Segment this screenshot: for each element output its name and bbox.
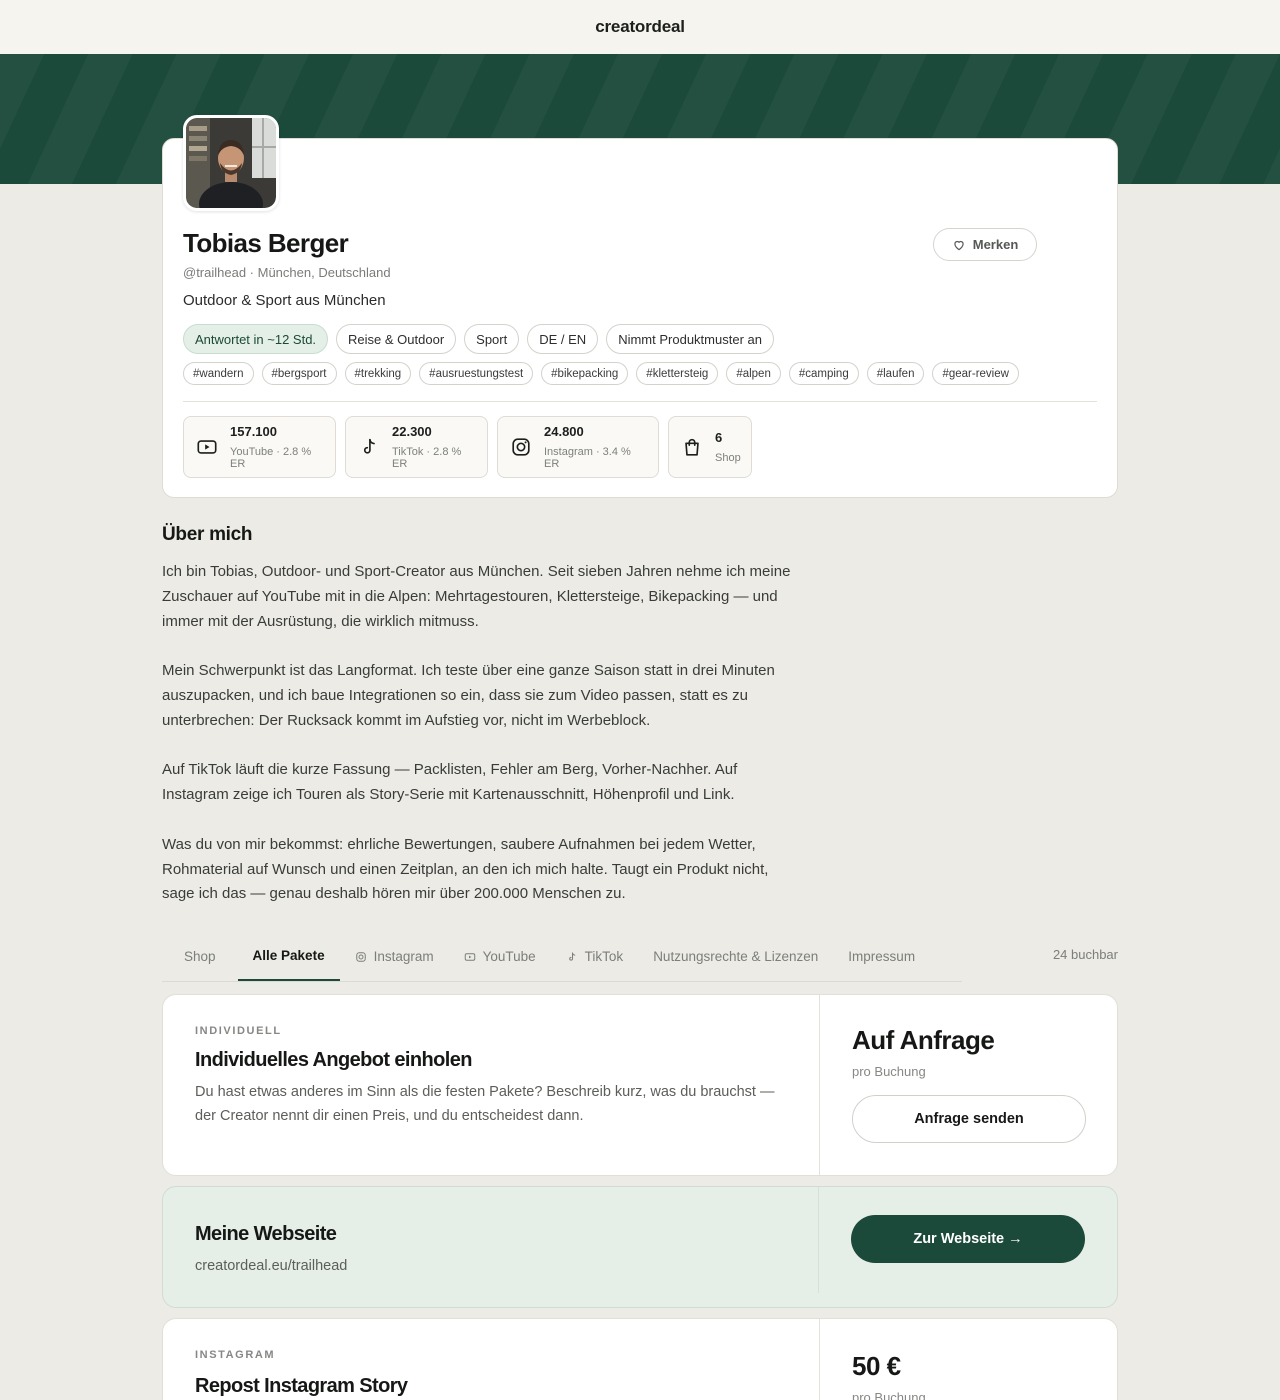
visit-website-button[interactable]: Zur Webseite → [851, 1215, 1085, 1263]
tab-label: Nutzungsrechte & Lizenzen [653, 949, 819, 964]
divider [183, 401, 1097, 402]
stat-value: 24.800 [544, 424, 584, 439]
stat-tiktok[interactable]: 22.300 TikTok · 2.8 % ER [345, 416, 488, 478]
save-button-label: Merken [972, 237, 1019, 252]
package-category: INSTAGRAM [195, 1349, 276, 1361]
package-card-instagram-story: INSTAGRAM Repost Instagram Story 50 € pr… [162, 1318, 1118, 1400]
youtube-icon [197, 440, 217, 454]
send-request-button[interactable]: Anfrage senden [852, 1095, 1086, 1143]
creator-tagline: Outdoor & Sport aus München [183, 292, 386, 309]
top-bar: creatordeal [0, 0, 1280, 54]
instagram-icon [512, 438, 530, 456]
tab-tiktok[interactable]: TikTok [551, 932, 639, 981]
stat-label: Shop [715, 452, 741, 464]
package-tabs: Shop Alle Pakete Instagram YouTube TikTo… [162, 932, 962, 982]
tab-usage-rights[interactable]: Nutzungsrechte & Lizenzen [638, 932, 833, 981]
about-heading: Über mich [162, 524, 253, 545]
package-description: Du hast etwas anderes im Sinn als die fe… [195, 1084, 775, 1124]
category-chip: Reise & Outdoor [336, 324, 457, 354]
package-price-unit: pro Buchung [852, 1390, 926, 1400]
about-text: Ich bin Tobias, Outdoor- und Sport-Creat… [162, 560, 802, 932]
hashtag: #bergsport [261, 362, 337, 385]
website-card: Meine Webseite creatordeal.eu/trailhead … [162, 1186, 1118, 1308]
tab-instagram[interactable]: Instagram [340, 932, 449, 981]
avatar [183, 115, 279, 211]
profile-chips: Antwortet in ~12 Std. Reise & Outdoor Sp… [183, 324, 774, 354]
instagram-icon [355, 951, 366, 962]
language-chip: DE / EN [527, 324, 599, 354]
hashtag: #camping [788, 362, 859, 385]
youtube-icon [464, 952, 475, 961]
shopping-bag-icon [685, 438, 699, 456]
hashtag: #klettersteig [636, 362, 719, 385]
product-samples-chip: Nimmt Produktmuster an [606, 324, 774, 354]
divider [818, 1187, 819, 1293]
tab-label: TikTok [584, 949, 624, 964]
tab-label: Instagram [373, 949, 434, 964]
hashtag: #bikepacking [541, 362, 629, 385]
hashtag: #gear-review [932, 362, 1019, 385]
tab-label: YouTube [482, 949, 536, 964]
category-chip: Sport [464, 324, 520, 354]
tab-label: Impressum [848, 949, 916, 964]
creator-handle-location: @trailhead · München, Deutschland [183, 265, 391, 280]
about-paragraph: Was du von mir bekommst: ehrliche Bewert… [162, 835, 769, 903]
hashtag: #trekking [344, 362, 412, 385]
stat-label: Instagram · 3.4 % ER [544, 446, 631, 470]
package-price: Auf Anfrage [852, 1025, 995, 1055]
hashtag-list: #wandern #bergsport #trekking #ausruestu… [183, 362, 1019, 385]
heart-icon [954, 240, 964, 250]
package-title: Individuelles Angebot einholen [195, 1049, 472, 1071]
response-time-chip: Antwortet in ~12 Std. [183, 324, 329, 354]
stat-instagram[interactable]: 24.800 Instagram · 3.4 % ER [497, 416, 659, 478]
stat-label: YouTube · 2.8 % ER [230, 446, 312, 470]
creator-name: Tobias Berger [183, 228, 349, 258]
stat-value: 157.100 [230, 424, 277, 439]
hashtag: #laufen [866, 362, 925, 385]
stat-value: 6 [715, 430, 723, 445]
hashtag: #wandern [183, 362, 254, 385]
package-price: 50 € [852, 1351, 901, 1381]
brand-logo[interactable]: creatordeal [595, 17, 685, 37]
tab-all-packages[interactable]: Alle Pakete [237, 932, 340, 981]
stat-youtube[interactable]: 157.100 YouTube · 2.8 % ER [183, 416, 336, 478]
about-paragraph: Ich bin Tobias, Outdoor- und Sport-Creat… [162, 563, 791, 630]
about-paragraph: Auf TikTok läuft die kurze Fassung — Pac… [162, 761, 738, 804]
stat-shop[interactable]: 6 Shop [668, 416, 752, 478]
package-card-custom: INDIVIDUELL Individuelles Angebot einhol… [162, 994, 1118, 1176]
tab-imprint[interactable]: Impressum [833, 932, 930, 981]
tab-label: Alle Pakete [252, 948, 325, 963]
package-price-unit: pro Buchung [852, 1064, 926, 1079]
website-url[interactable]: creatordeal.eu/trailhead [195, 1258, 347, 1274]
tab-label: Shop [184, 949, 216, 964]
package-title: Repost Instagram Story [195, 1375, 408, 1397]
website-title: Meine Webseite [195, 1223, 337, 1245]
hashtag: #alpen [726, 362, 781, 385]
about-paragraph: Mein Schwerpunkt ist das Langformat. Ich… [162, 662, 775, 729]
stat-value: 22.300 [392, 424, 432, 439]
tiktok-icon [568, 952, 575, 961]
tiktok-icon [363, 438, 375, 454]
tab-youtube[interactable]: YouTube [449, 932, 551, 981]
bookable-count: 24 buchbar [1052, 947, 1118, 962]
tab-shop[interactable]: Shop [162, 932, 238, 981]
package-category: INDIVIDUELL [195, 1025, 282, 1037]
stat-label: TikTok · 2.8 % ER [392, 446, 462, 470]
hashtag: #ausruestungstest [419, 362, 534, 385]
platform-stats: 157.100 YouTube · 2.8 % ER 22.300 TikTok… [183, 416, 752, 478]
save-button[interactable]: Merken [933, 228, 1037, 261]
